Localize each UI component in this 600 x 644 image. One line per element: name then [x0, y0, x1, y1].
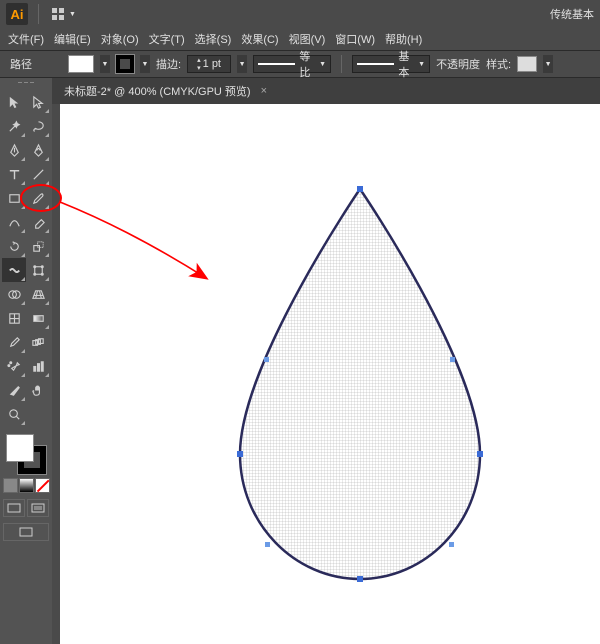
menu-help[interactable]: 帮助(H): [381, 29, 426, 49]
slice-tool[interactable]: [2, 378, 26, 402]
style-swatch[interactable]: [517, 56, 537, 72]
menu-edit[interactable]: 编辑(E): [50, 29, 95, 49]
fill-stroke-indicator[interactable]: [4, 432, 48, 476]
close-tab-icon[interactable]: ×: [261, 85, 267, 97]
scale-tool[interactable]: [26, 234, 50, 258]
canvas[interactable]: [60, 104, 600, 644]
shaper-tool[interactable]: [2, 210, 26, 234]
width-tool[interactable]: [2, 258, 26, 282]
eraser-tool[interactable]: [26, 210, 50, 234]
stroke-swatch[interactable]: [116, 55, 134, 73]
color-mode-gradient[interactable]: [19, 478, 34, 493]
menu-window[interactable]: 窗口(W): [331, 29, 379, 49]
anchor-point[interactable]: [264, 357, 269, 362]
color-mode-none[interactable]: [35, 478, 50, 493]
anchor-point[interactable]: [450, 357, 455, 362]
toolbox: [0, 78, 52, 644]
free-transform-tool[interactable]: [26, 258, 50, 282]
pen-tool[interactable]: [2, 138, 26, 162]
control-bar: 路径 ▼ ▼ 描边: ▴▾1 pt ▼ 等比 ▼ 基本 ▼ 不透明度 样式: ▼: [0, 50, 600, 78]
color-mode-solid[interactable]: [3, 478, 18, 493]
selection-type-label: 路径: [10, 56, 32, 72]
menu-file[interactable]: 文件(F): [4, 29, 48, 49]
type-tool[interactable]: [2, 162, 26, 186]
divider: [341, 55, 342, 73]
anchor-point[interactable]: [357, 186, 363, 192]
eyedropper-tool[interactable]: [2, 330, 26, 354]
style-label[interactable]: 样式:: [486, 56, 511, 72]
divider: [38, 4, 39, 24]
fill-dropdown-icon[interactable]: ▼: [100, 55, 110, 73]
zoom-tool[interactable]: [2, 402, 26, 426]
symbol-sprayer-tool[interactable]: [2, 354, 26, 378]
rotate-tool[interactable]: [2, 234, 26, 258]
stroke-weight-input[interactable]: ▴▾1 pt: [187, 55, 231, 73]
anchor-point[interactable]: [265, 542, 270, 547]
line-tool[interactable]: [26, 162, 50, 186]
brush-combo[interactable]: 基本 ▼: [352, 55, 430, 73]
paintbrush-tool[interactable]: [26, 186, 50, 210]
direct-selection-tool[interactable]: [26, 90, 50, 114]
lasso-tool[interactable]: [26, 114, 50, 138]
artwork-drop-shape[interactable]: [60, 104, 600, 644]
stroke-dropdown-icon[interactable]: ▼: [140, 55, 150, 73]
column-graph-tool[interactable]: [26, 354, 50, 378]
app-logo: Ai: [6, 3, 28, 25]
menu-type[interactable]: 文字(T): [145, 29, 189, 49]
gradient-tool[interactable]: [26, 306, 50, 330]
title-bar: Ai ▼ 传统基本: [0, 0, 600, 28]
screen-mode-2[interactable]: [3, 523, 49, 541]
selection-tool[interactable]: [2, 90, 26, 114]
document-tab-title: 未标题-2* @ 400% (CMYK/GPU 预览): [64, 83, 251, 99]
mesh-tool[interactable]: [2, 306, 26, 330]
fill-color[interactable]: [6, 434, 34, 462]
workspace-name[interactable]: 传统基本: [550, 6, 594, 22]
menu-object[interactable]: 对象(O): [97, 29, 143, 49]
menu-select[interactable]: 选择(S): [191, 29, 236, 49]
anchor-point[interactable]: [477, 451, 483, 457]
dropdown-icon[interactable]: ▼: [69, 11, 76, 18]
perspective-grid-tool[interactable]: [26, 282, 50, 306]
shape-builder-tool[interactable]: [2, 282, 26, 306]
style-dropdown-icon[interactable]: ▼: [543, 55, 553, 73]
layout-switcher-icon[interactable]: [49, 5, 67, 23]
opacity-label[interactable]: 不透明度: [436, 56, 480, 72]
empty-tool: [26, 402, 50, 426]
menu-bar: 文件(F) 编辑(E) 对象(O) 文字(T) 选择(S) 效果(C) 视图(V…: [0, 28, 600, 50]
rectangle-tool[interactable]: [2, 186, 26, 210]
anchor-point[interactable]: [449, 542, 454, 547]
stroke-weight-dropdown-icon[interactable]: ▼: [237, 55, 247, 73]
curvature-tool[interactable]: [26, 138, 50, 162]
magic-wand-tool[interactable]: [2, 114, 26, 138]
document-tab[interactable]: 未标题-2* @ 400% (CMYK/GPU 预览) ×: [52, 78, 600, 104]
fill-swatch[interactable]: [68, 55, 94, 73]
width-profile-combo[interactable]: 等比 ▼: [253, 55, 331, 73]
hand-tool[interactable]: [26, 378, 50, 402]
screen-mode[interactable]: [27, 499, 49, 517]
anchor-point[interactable]: [357, 576, 363, 582]
menu-view[interactable]: 视图(V): [285, 29, 330, 49]
draw-mode[interactable]: [3, 499, 25, 517]
menu-effect[interactable]: 效果(C): [237, 29, 282, 49]
blend-tool[interactable]: [26, 330, 50, 354]
anchor-point[interactable]: [237, 451, 243, 457]
stroke-label: 描边:: [156, 56, 181, 72]
